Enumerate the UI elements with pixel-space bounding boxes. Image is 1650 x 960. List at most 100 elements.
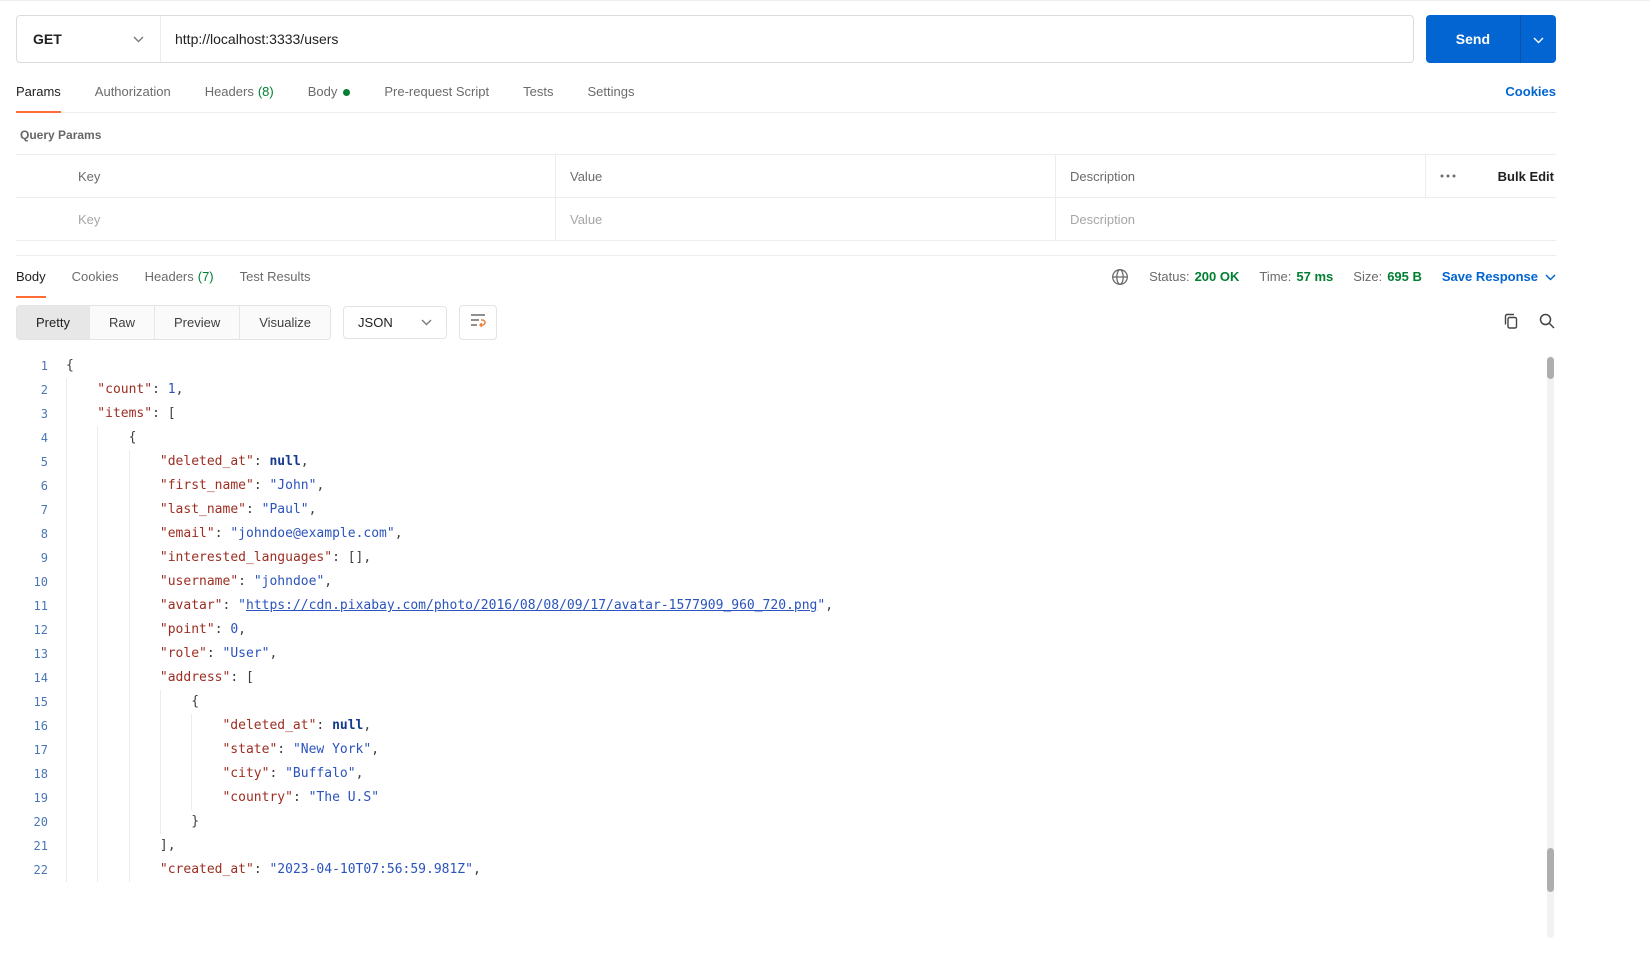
indent-guide	[159, 786, 191, 810]
code-token: "The U.S"	[308, 790, 380, 805]
response-tab-cookies[interactable]: Cookies	[72, 256, 119, 297]
code-link[interactable]: https://cdn.pixabay.com/photo/2016/08/08…	[246, 598, 817, 613]
code-text: {	[66, 354, 74, 378]
tab-authorization[interactable]: Authorization	[95, 71, 171, 112]
tab-headers[interactable]: Headers (8)	[205, 71, 274, 112]
indent-guide	[97, 498, 128, 522]
code-text: {	[66, 426, 136, 450]
pane-scrollbar-thumb[interactable]	[1547, 848, 1554, 892]
code-token: "	[817, 598, 826, 613]
code-token: null	[332, 718, 364, 733]
line-number: 1	[40, 359, 48, 373]
indent-guide	[66, 450, 97, 474]
view-raw[interactable]: Raw	[88, 306, 154, 339]
code-token: "items"	[97, 406, 153, 421]
cookies-link[interactable]: Cookies	[1505, 84, 1556, 99]
indent-guide	[128, 666, 160, 690]
indent-guide	[66, 618, 97, 642]
more-options-icon[interactable]	[1440, 174, 1456, 178]
code-actions	[1502, 312, 1556, 333]
wrap-lines-button[interactable]	[458, 305, 497, 340]
code-token: "count"	[97, 382, 153, 397]
scrollbar-thumb[interactable]	[1547, 357, 1554, 379]
code-token: ,	[308, 502, 317, 517]
response-tab-test-results[interactable]: Test Results	[240, 256, 311, 297]
param-value-input[interactable]	[570, 211, 1041, 227]
indent-guide	[128, 618, 160, 642]
query-params-table: Key Value Description Bulk Edit	[16, 154, 1556, 241]
code-text: "avatar": "https://cdn.pixabay.com/photo…	[66, 594, 833, 618]
code-text: "deleted_at": null,	[66, 450, 309, 474]
indent-guide	[66, 426, 97, 450]
code-token: "last_name"	[159, 502, 246, 517]
code-text: "interested_languages": [],	[66, 546, 371, 570]
code-token: ,	[825, 598, 834, 613]
tab-label: Settings	[587, 84, 635, 99]
code-token: :	[277, 742, 293, 757]
indent-guide	[128, 642, 160, 666]
send-button[interactable]: Send	[1425, 15, 1520, 63]
code-line: 7 "last_name": "Paul",	[16, 498, 1556, 522]
tab-tests[interactable]: Tests	[523, 71, 553, 112]
line-number: 2	[40, 383, 48, 397]
code-line: 1{	[16, 354, 1556, 378]
response-tab-headers[interactable]: Headers (7)	[145, 256, 214, 297]
response-section: Body Cookies Headers (7) Test Results St…	[16, 255, 1556, 942]
tab-body[interactable]: Body	[308, 71, 351, 112]
line-number: 9	[40, 551, 48, 565]
indent-guide	[66, 666, 97, 690]
view-preview[interactable]: Preview	[153, 306, 240, 339]
line-number: 20	[33, 815, 48, 829]
indent-guide	[97, 738, 128, 762]
code-line: 22 "created_at": "2023-04-10T07:56:59.981…	[16, 858, 1556, 882]
view-visualize[interactable]: Visualize	[239, 306, 331, 339]
format-select[interactable]: JSON	[343, 306, 447, 339]
response-headers-count: (7)	[197, 269, 214, 284]
url-input[interactable]	[161, 16, 1413, 62]
headers-count: (8)	[257, 84, 274, 99]
code-text: "city": "Buffalo",	[66, 762, 363, 786]
checkbox-column-header	[16, 155, 64, 197]
param-key-input[interactable]	[78, 211, 541, 227]
indent-guide	[191, 714, 222, 738]
code-text: "address": [	[66, 666, 254, 690]
scrollbar[interactable]	[1547, 356, 1554, 938]
copy-button[interactable]	[1502, 312, 1520, 333]
response-header: Body Cookies Headers (7) Test Results St…	[16, 256, 1556, 298]
tab-params[interactable]: Params	[16, 71, 61, 113]
code-text: }	[66, 810, 199, 834]
indent-guide	[66, 498, 97, 522]
code-token: "avatar"	[159, 598, 223, 613]
code-token: :	[316, 718, 333, 733]
send-options-button[interactable]	[1520, 15, 1556, 63]
code-token: "username"	[159, 574, 239, 589]
tab-settings[interactable]: Settings	[587, 71, 634, 112]
code-token: :	[292, 790, 309, 805]
code-text: "items": [	[66, 402, 176, 426]
indent-guide	[128, 834, 160, 858]
tab-label: Test Results	[239, 269, 311, 284]
code-line: 19 "country": "The U.S"	[16, 786, 1556, 810]
param-description-input[interactable]	[1070, 211, 1542, 227]
view-pretty[interactable]: Pretty	[17, 306, 89, 339]
indent-guide	[66, 546, 97, 570]
code-text: "first_name": "John",	[66, 474, 324, 498]
network-globe-icon[interactable]	[1111, 268, 1129, 286]
params-actions: Bulk Edit	[1426, 155, 1556, 197]
search-button[interactable]	[1538, 312, 1556, 333]
method-select[interactable]: GET	[17, 16, 161, 62]
time-badge: Time: 57 ms	[1259, 269, 1334, 284]
code-token: {	[191, 694, 200, 709]
code-line: 21],	[16, 834, 1556, 858]
line-number: 21	[33, 839, 48, 853]
save-response-button[interactable]: Save Response	[1442, 269, 1556, 284]
tab-pre-request-script[interactable]: Pre-request Script	[384, 71, 489, 112]
code-line: 12 "point": 0,	[16, 618, 1556, 642]
code-line: 11 "avatar": "https://cdn.pixabay.com/pho…	[16, 594, 1556, 618]
code-token: {	[128, 430, 137, 445]
bulk-edit-button[interactable]: Bulk Edit	[1498, 169, 1554, 184]
response-tab-body[interactable]: Body	[16, 256, 46, 298]
tab-label: Headers	[144, 269, 194, 284]
status-badge: Status: 200 OK	[1149, 269, 1240, 284]
code-text: "username": "johndoe",	[66, 570, 332, 594]
